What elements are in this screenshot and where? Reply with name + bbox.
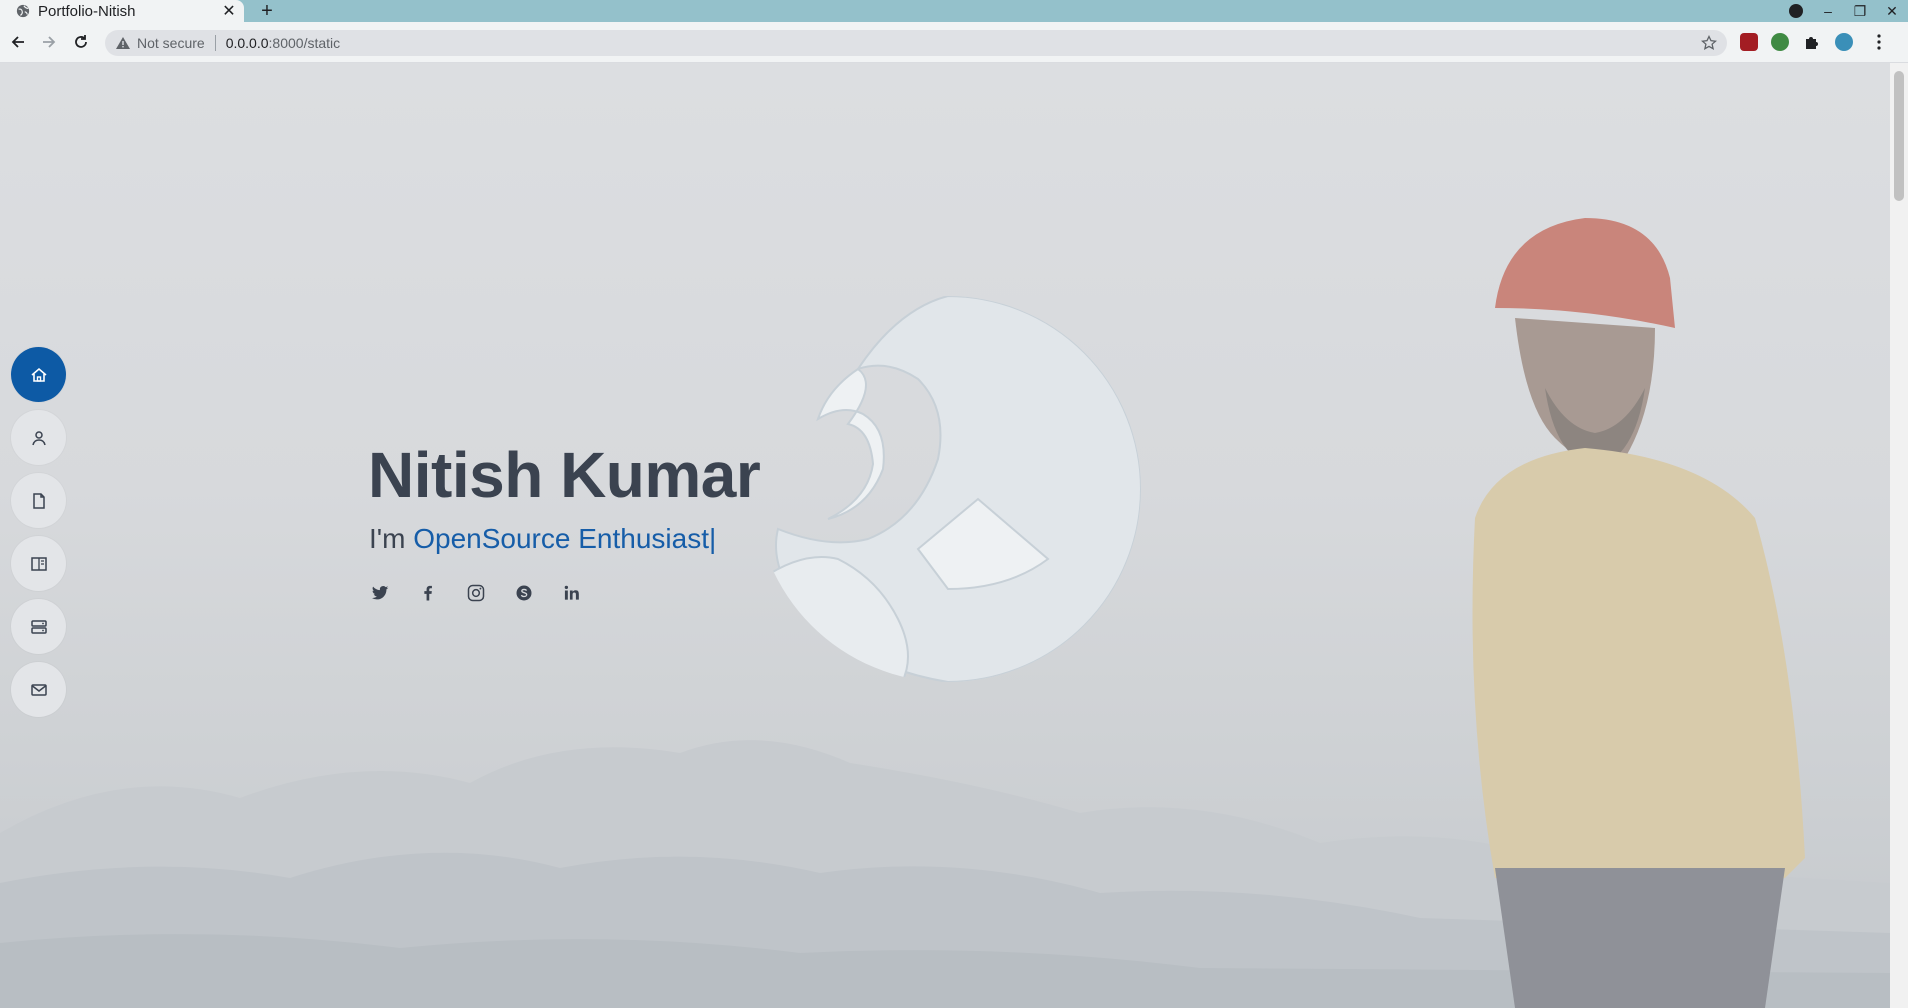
nav-home-button[interactable] [11,347,66,402]
page-viewport: Nitish Kumar I'm OpenSource Enthusiast| [0,63,1890,1008]
nav-contact-button[interactable] [11,662,66,717]
hero-prefix: I'm [369,523,414,554]
url-text[interactable]: 0.0.0.0:8000/static [226,35,340,51]
reload-icon [75,35,87,48]
address-divider [214,35,216,51]
typing-cursor: | [708,523,717,554]
skype-icon [516,585,532,601]
facebook-link[interactable] [416,581,440,605]
page-scrollbar[interactable] [1890,63,1908,1008]
server-icon [30,619,47,634]
arrow-left-icon [11,36,24,48]
book-icon [30,556,47,571]
twitter-link[interactable] [368,581,392,605]
nav-services-button[interactable] [11,599,66,654]
hero-name: Nitish Kumar [368,439,761,511]
facebook-icon [424,585,432,601]
profile-dropdown-icon[interactable] [1780,0,1812,22]
person-background-image [1472,218,1805,1008]
kebab-menu-icon[interactable] [1870,33,1888,51]
instagram-icon [467,584,485,602]
reload-button[interactable] [69,30,93,54]
person-icon [31,430,46,445]
great-wave-logo [755,296,1141,682]
nav-about-button[interactable] [11,410,66,465]
ublock-extension-icon[interactable] [1740,33,1758,51]
nav-portfolio-button[interactable] [11,536,66,591]
warning-icon[interactable] [115,35,131,51]
skype-link[interactable] [512,581,536,605]
bookmark-star-icon[interactable] [1701,35,1717,51]
home-icon [30,367,47,382]
linkedin-icon [564,585,579,600]
typed-role: OpenSource Enthusiast [413,523,709,554]
restore-button[interactable]: ❐ [1844,0,1876,22]
forward-button[interactable] [37,30,61,54]
new-tab-button[interactable]: + [256,0,278,22]
globe-icon [16,4,30,18]
puzzle-icon[interactable] [1803,33,1821,51]
tab-strip: Portfolio-Nitish ✕ + – ❐ ✕ [0,0,1908,22]
twitter-icon [371,586,389,600]
back-button[interactable] [6,30,30,54]
profile-avatar-icon[interactable] [1835,33,1853,51]
tab-title: Portfolio-Nitish [38,2,136,20]
browser-tab[interactable]: Portfolio-Nitish ✕ [0,0,244,22]
instagram-link[interactable] [464,581,488,605]
arrow-right-icon [43,36,56,48]
linkedin-link[interactable] [560,581,584,605]
scrollbar-thumb[interactable] [1894,71,1904,201]
nav-resume-button[interactable] [11,473,66,528]
side-navigation [11,347,66,725]
security-label[interactable]: Not secure [137,35,205,51]
hero-subtitle: I'm OpenSource Enthusiast| [369,523,716,555]
extension-icon[interactable] [1771,33,1789,51]
envelope-icon [30,683,47,696]
close-window-button[interactable]: ✕ [1876,0,1908,22]
minimize-button[interactable]: – [1812,0,1844,22]
window-controls: – ❐ ✕ [1780,0,1908,22]
close-tab-icon[interactable]: ✕ [218,0,240,22]
file-icon [32,492,45,509]
browser-toolbar: Not secure 0.0.0.0:8000/static [0,22,1908,63]
address-bar[interactable]: Not secure 0.0.0.0:8000/static [105,30,1727,56]
social-links [368,581,608,605]
